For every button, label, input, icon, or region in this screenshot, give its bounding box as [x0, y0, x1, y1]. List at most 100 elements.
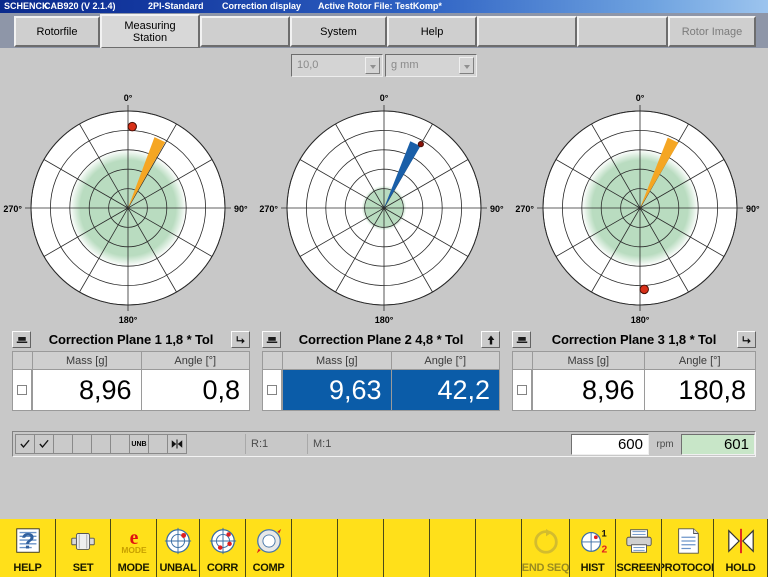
title-bar: SCHENCK CAB920 (V 2.1.4) 2Pl-Standard Co… [0, 0, 768, 13]
angle-axis-label: 180° [119, 315, 138, 325]
polar-plot-svg: 0° 90° 180° 270° [259, 93, 504, 325]
chevron-down-icon[interactable] [459, 57, 474, 74]
plane-view-button-3[interactable] [512, 331, 531, 348]
plane-header: Correction Plane 2 4,8 * Tol [262, 329, 500, 350]
rotor-file-label: Active Rotor File: TestKomp* [318, 1, 442, 11]
mass-value[interactable]: 8,96 [32, 370, 141, 410]
function-key-corr[interactable]: CORR [200, 519, 246, 577]
rpm-setpoint-field[interactable]: 600 [571, 433, 649, 455]
menu-item-label: Help [420, 25, 444, 38]
run-counter: R:1 [245, 434, 307, 454]
menu-item-label: System [320, 25, 357, 38]
function-key-label: SCREEN [616, 562, 661, 574]
rotor-icon [71, 532, 95, 550]
unit-dropdown[interactable]: g mm [385, 54, 477, 77]
function-key-glyph: 12 [570, 519, 615, 562]
status-cell-8[interactable] [148, 434, 168, 454]
help-document-icon: ? [15, 527, 40, 553]
menu-item-measuring-station[interactable]: Measuring Station [100, 14, 200, 49]
function-key-glyph [662, 519, 713, 562]
menu-item-blank-2[interactable] [200, 16, 290, 47]
menu-item-label: Rotorfile [36, 25, 78, 38]
angle-marker-dot [127, 121, 137, 132]
plane-title: Correction Plane 1 1,8 * Tol [48, 332, 214, 347]
function-key-protocol[interactable]: PROTOCOL [662, 519, 714, 577]
function-key-glyph [714, 519, 767, 562]
plane-header: Correction Plane 1 1,8 * Tol [12, 329, 250, 350]
mass-value[interactable]: 9,63 [282, 370, 391, 410]
function-key-hold[interactable]: HOLD [714, 519, 768, 577]
chevron-down-icon[interactable] [365, 57, 380, 74]
function-key-label: HELP [13, 562, 42, 574]
status-cell-6[interactable] [110, 434, 130, 454]
menu-item-system[interactable]: System [290, 16, 387, 47]
angle-value[interactable]: 42,2 [390, 370, 499, 410]
status-cell-4[interactable] [72, 434, 92, 454]
status-cell-9[interactable] [167, 434, 187, 454]
corner-arrow-icon [742, 335, 751, 344]
polar-chart-1[interactable]: 0° 90° 180° 270° [0, 84, 256, 328]
plane-select-checkbox[interactable] [513, 370, 532, 410]
mode-label: 2Pl-Standard [148, 1, 204, 11]
angle-value[interactable]: 0,8 [140, 370, 249, 410]
function-key-label: MODE [117, 562, 150, 574]
menu-item-blank-5[interactable] [477, 16, 577, 47]
function-key-blank-10 [476, 519, 522, 577]
function-key-bar: ? HELP SET e MODE MODE UNBAL CORR COMP END SEQ 1 2 H… [0, 519, 768, 577]
function-key-blank-9 [430, 519, 476, 577]
status-cell-5[interactable] [91, 434, 111, 454]
plane-view-button-2[interactable] [262, 331, 281, 348]
function-key-help[interactable]: ? HELP [0, 519, 56, 577]
function-key-set[interactable]: SET [56, 519, 111, 577]
angle-axis-label: 90° [234, 204, 248, 214]
plane-select-checkbox[interactable] [13, 370, 32, 410]
target-icon [164, 527, 192, 554]
function-key-label: END SEQ [522, 562, 570, 574]
plane-action-button-3[interactable] [737, 331, 756, 348]
checkbox-box [17, 385, 27, 395]
tolerance-value: 10,0 [297, 59, 319, 71]
mass-value[interactable]: 8,96 [532, 370, 644, 410]
tolerance-dropdown[interactable]: 10,0 [291, 54, 383, 77]
correction-planes-row: Correction Plane 1 1,8 * Tol Mass [g] Angl… [0, 329, 768, 422]
status-cell-7[interactable]: UNB [129, 434, 149, 454]
plane-select-checkbox[interactable] [263, 370, 282, 410]
unit-value: g mm [391, 59, 419, 71]
function-key-unbal[interactable]: UNBAL [157, 519, 200, 577]
function-key-end-seq[interactable]: END SEQ [522, 519, 570, 577]
function-key-comp[interactable]: COMP [246, 519, 292, 577]
angle-value[interactable]: 180,8 [643, 370, 755, 410]
function-key-screen[interactable]: SCREEN [616, 519, 662, 577]
column-header: Angle [°] [643, 352, 755, 370]
plane-action-button-2[interactable] [481, 331, 500, 348]
status-cell-2[interactable] [34, 434, 54, 454]
menu-item-help[interactable]: Help [387, 16, 477, 47]
menu-item-rotorfile[interactable]: Rotorfile [14, 16, 100, 47]
angle-axis-label: 90° [746, 204, 760, 214]
polar-chart-2[interactable]: 0° 90° 180° 270° [256, 84, 512, 328]
app-version-label: CAB920 (V 2.1.4) [44, 1, 116, 11]
checkbox-box [267, 385, 277, 395]
function-key-blank-6 [292, 519, 338, 577]
plane-view-button-1[interactable] [12, 331, 31, 348]
function-key-label: UNBAL [159, 562, 197, 574]
function-key-label: SET [72, 562, 94, 574]
status-cell-label: UNB [131, 440, 147, 448]
function-key-mode[interactable]: e MODE MODE [111, 519, 157, 577]
menu-item-rotor-image[interactable]: Rotor Image [668, 16, 756, 47]
status-cell-3[interactable] [53, 434, 73, 454]
table-corner [13, 352, 32, 370]
polar-plot-svg: 0° 90° 180° 270° [3, 93, 248, 325]
status-cell-1[interactable] [15, 434, 35, 454]
plane-action-button-1[interactable] [231, 331, 250, 348]
brand-label: SCHENCK [4, 1, 49, 11]
function-key-hist[interactable]: 1 2 HIST [570, 519, 616, 577]
function-key-label: COMP [252, 562, 285, 574]
function-key-glyph [200, 519, 245, 562]
check-icon [20, 439, 30, 449]
menu-bar: Rotorfile Measuring Station System Help Roto… [0, 13, 768, 49]
menu-item-blank-6[interactable] [577, 16, 668, 47]
svg-text:1: 1 [601, 528, 606, 538]
polar-chart-3[interactable]: 0° 90° 180° 270° [512, 84, 768, 328]
function-key-blank-7 [338, 519, 384, 577]
